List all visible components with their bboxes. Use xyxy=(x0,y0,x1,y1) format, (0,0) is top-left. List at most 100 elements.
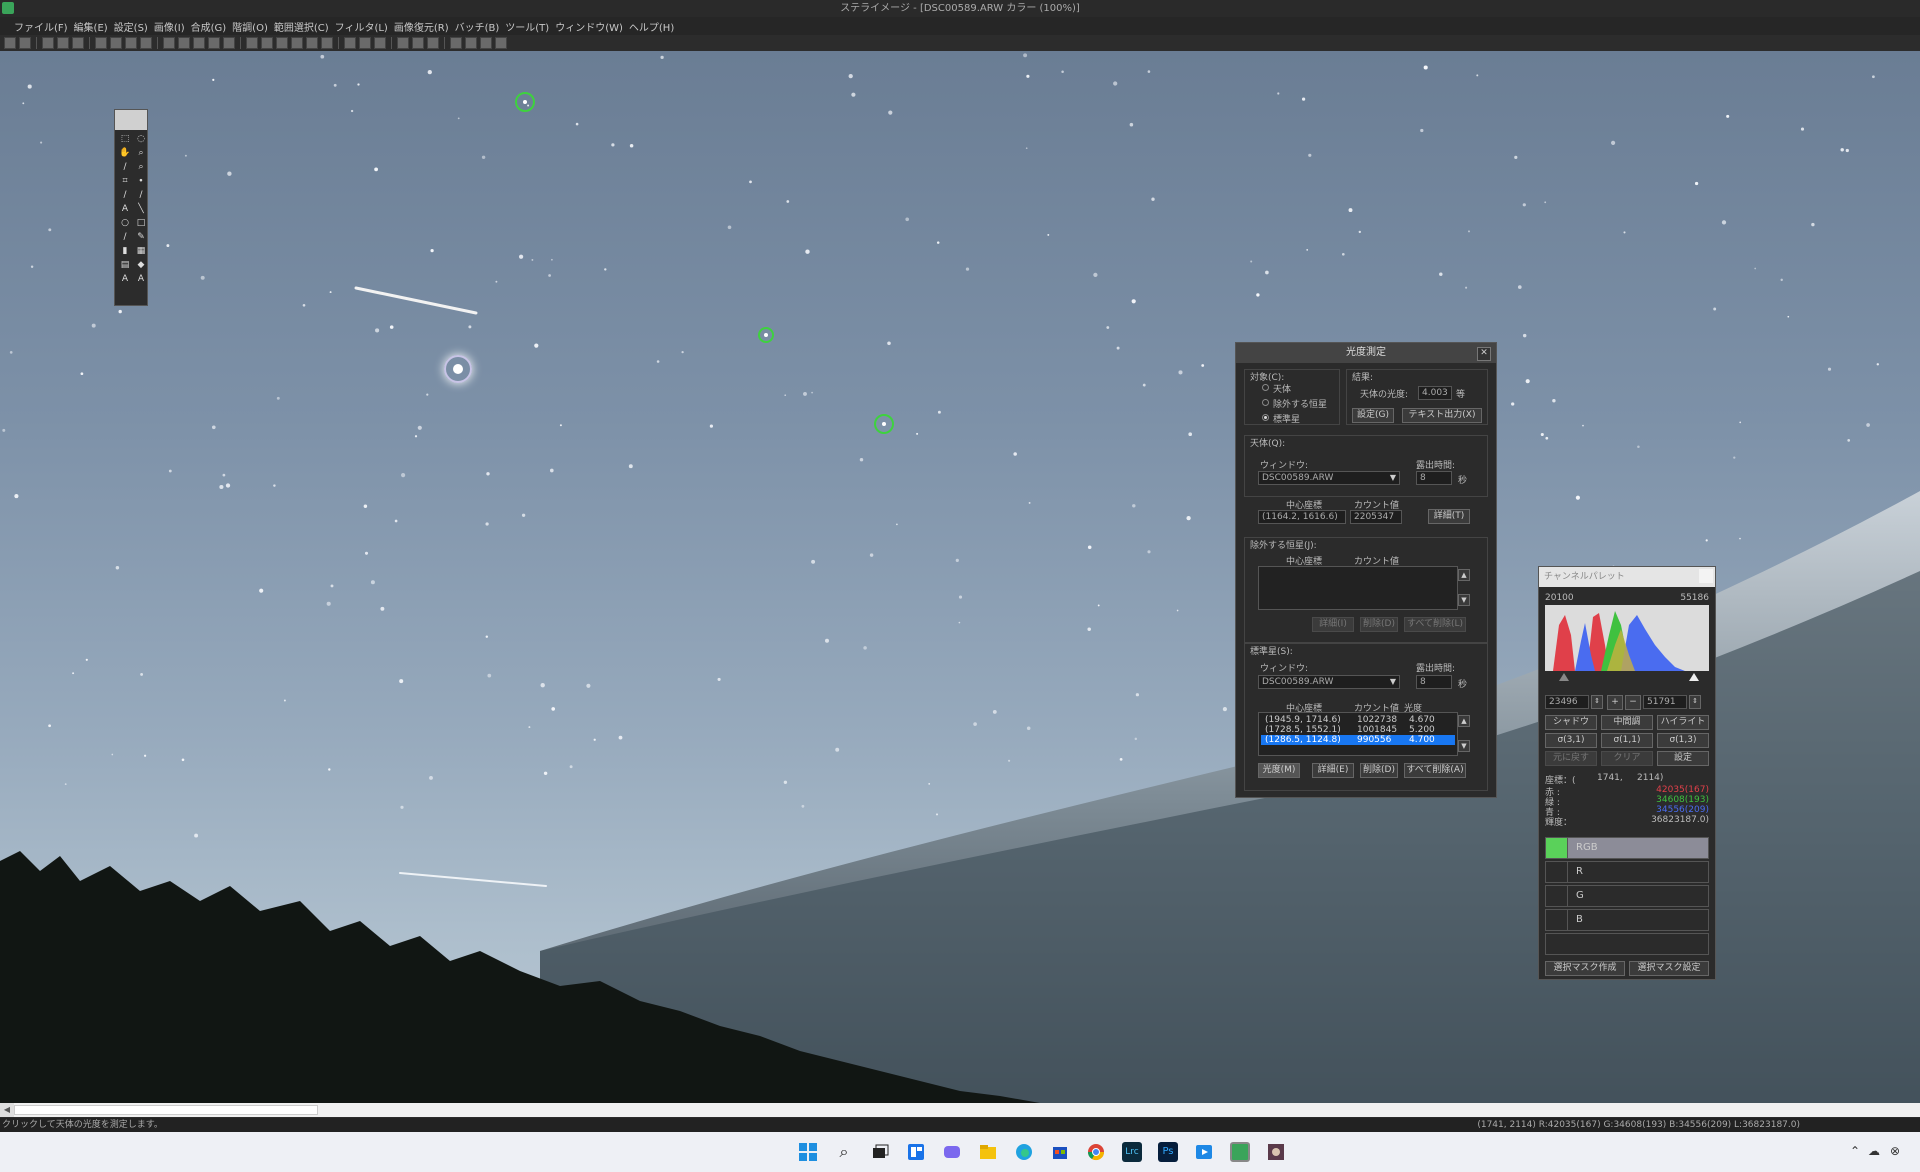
standard-star-marker[interactable] xyxy=(758,327,774,343)
visibility-swatch[interactable] xyxy=(1546,886,1568,906)
toolbar-fit-icon[interactable] xyxy=(427,37,439,49)
sigma-1-3-button[interactable]: σ(1,3) xyxy=(1657,733,1709,748)
scroll-up-icon[interactable]: ▲ xyxy=(1458,715,1470,727)
cloud-icon[interactable]: ☁ xyxy=(1868,1144,1880,1158)
toolbar-globe-icon[interactable] xyxy=(374,37,386,49)
dialog-title-bar[interactable]: 光度測定 ✕ xyxy=(1236,343,1496,363)
toolbar-flat-icon[interactable] xyxy=(193,37,205,49)
toolbar-paste-icon[interactable] xyxy=(57,37,69,49)
high-slider-icon[interactable] xyxy=(1689,673,1699,681)
low-spin-icon[interactable]: ⇕ xyxy=(1591,695,1603,709)
chrome-icon[interactable] xyxy=(1086,1142,1106,1162)
file-explorer-icon[interactable] xyxy=(978,1142,998,1162)
chat-icon[interactable] xyxy=(942,1142,962,1162)
exclude-delete-all-button[interactable]: すべて削除(L) xyxy=(1404,617,1466,632)
target-object-marker[interactable] xyxy=(444,355,472,383)
horizontal-scrollbar[interactable]: ◀ xyxy=(0,1103,1920,1117)
window-select[interactable]: DSC00589.ARW ▼ xyxy=(1258,471,1400,485)
visibility-swatch[interactable] xyxy=(1546,862,1568,882)
sigma-3-1-button[interactable]: σ(3,1) xyxy=(1545,733,1597,748)
list-item[interactable]: (1945.9, 1714.6) 1022738 4.670 xyxy=(1261,715,1455,725)
highlight-button[interactable]: ハイライト xyxy=(1657,715,1709,730)
std-detail-button[interactable]: 詳細(E) xyxy=(1312,763,1354,778)
menu-file[interactable]: ファイル(F) xyxy=(14,19,68,34)
menu-image[interactable]: 画像(I) xyxy=(154,19,185,34)
select-tool-icon[interactable]: ⬚ xyxy=(118,133,132,145)
toolbar-zoom-in-icon[interactable] xyxy=(397,37,409,49)
toolbar-filter-icon[interactable] xyxy=(246,37,258,49)
zoom-tool-icon[interactable]: ⌕ xyxy=(134,147,148,159)
scroll-down-icon[interactable]: ▼ xyxy=(1458,740,1470,752)
brush-tool-icon[interactable]: ✎ xyxy=(134,231,148,243)
radio-exclude[interactable] xyxy=(1262,399,1269,406)
mask-create-button[interactable]: 選択マスク作成 xyxy=(1545,961,1625,976)
edge-icon[interactable] xyxy=(1014,1142,1034,1162)
high-value-input[interactable]: 51791 xyxy=(1643,695,1687,709)
menu-tools[interactable]: ツール(T) xyxy=(505,19,549,34)
toolbar-table-icon[interactable] xyxy=(344,37,356,49)
toolbar-align-icon[interactable] xyxy=(178,37,190,49)
plus-button[interactable]: + xyxy=(1607,695,1623,710)
std-window-select[interactable]: DSC00589.ARW ▼ xyxy=(1258,675,1400,689)
toolbar-mask-icon[interactable] xyxy=(291,37,303,49)
toolbar-light-icon[interactable] xyxy=(321,37,333,49)
photoshop-icon[interactable]: Ps xyxy=(1158,1142,1178,1162)
media-player-icon[interactable] xyxy=(1194,1142,1214,1162)
fill-tool-icon[interactable]: ▮ xyxy=(118,245,132,257)
eyedropper-tool-icon[interactable]: ∕ xyxy=(118,161,132,173)
menu-edit[interactable]: 編集(E) xyxy=(74,19,108,34)
menu-settings[interactable]: 設定(S) xyxy=(114,19,148,34)
toolbar-target-icon[interactable] xyxy=(480,37,492,49)
channel-row-g[interactable]: G xyxy=(1545,885,1709,907)
toolbar-grid-icon[interactable] xyxy=(276,37,288,49)
undo-button[interactable]: 元に戻す xyxy=(1545,751,1597,766)
menu-filter[interactable]: フィルタ(L) xyxy=(335,19,388,34)
sigma-1-1-button[interactable]: σ(1,1) xyxy=(1601,733,1653,748)
low-value-input[interactable]: 23496 xyxy=(1545,695,1589,709)
stellaimage-icon[interactable] xyxy=(1230,1142,1250,1162)
std-delete-all-button[interactable]: すべて削除(A) xyxy=(1404,763,1466,778)
diagonal-line-tool-icon[interactable]: ╲ xyxy=(134,203,148,215)
visibility-swatch[interactable] xyxy=(1546,838,1568,858)
eraser-tool-icon[interactable]: ◆ xyxy=(134,259,148,271)
toolbar-print-icon[interactable] xyxy=(72,37,84,49)
visibility-swatch[interactable] xyxy=(1546,910,1568,930)
midtone-button[interactable]: 中間調 xyxy=(1601,715,1653,730)
toolbar-star-icon[interactable] xyxy=(306,37,318,49)
hand-tool-icon[interactable]: ✋ xyxy=(118,147,132,159)
gradient-tool-icon[interactable]: ▤ xyxy=(118,259,132,271)
windows-start-icon[interactable] xyxy=(798,1142,818,1162)
chevron-up-icon[interactable]: ⌃ xyxy=(1850,1144,1860,1158)
std-delete-button[interactable]: 削除(D) xyxy=(1360,763,1398,778)
toolbar-crop-icon[interactable] xyxy=(450,37,462,49)
ellipse-tool-icon[interactable]: ○ xyxy=(118,217,132,229)
menu-restore[interactable]: 画像復元(R) xyxy=(394,19,449,34)
shadow-button[interactable]: シャドウ xyxy=(1545,715,1597,730)
menu-tone[interactable]: 階調(O) xyxy=(232,19,268,34)
scroll-thumb[interactable] xyxy=(14,1105,318,1115)
blank-tool-icon[interactable]: ∙ xyxy=(134,175,148,187)
toolbar-levels-icon[interactable] xyxy=(110,37,122,49)
scroll-down-icon[interactable]: ▼ xyxy=(1458,594,1470,606)
text-output-button[interactable]: テキスト出力(X) xyxy=(1402,408,1482,423)
std-exposure-input[interactable]: 8 xyxy=(1416,675,1452,689)
task-view-icon[interactable] xyxy=(870,1142,890,1162)
toolbar-curves-icon[interactable] xyxy=(125,37,137,49)
exclude-delete-button[interactable]: 削除(D) xyxy=(1360,617,1398,632)
line-tool-icon[interactable]: ∕ xyxy=(134,189,148,201)
toolbar-dark-icon[interactable] xyxy=(208,37,220,49)
lasso-tool-icon[interactable]: ◌ xyxy=(134,133,148,145)
list-item-selected[interactable]: (1286.5, 1124.8) 990556 4.700 xyxy=(1261,735,1455,745)
text-mask-tool-icon[interactable]: A xyxy=(118,273,132,285)
exposure-input[interactable]: 8 xyxy=(1416,471,1452,485)
radio-standard[interactable] xyxy=(1262,414,1269,421)
exclude-detail-button[interactable]: 詳細(I) xyxy=(1312,617,1354,632)
toolbar-open-icon[interactable] xyxy=(4,37,16,49)
toolbar-copy-icon[interactable] xyxy=(42,37,54,49)
close-circle-icon[interactable]: ⊗ xyxy=(1890,1144,1900,1158)
text-tool-icon[interactable]: A xyxy=(118,203,132,215)
pencil-tool-icon[interactable]: ∕ xyxy=(118,231,132,243)
channel-row-rgb[interactable]: RGB xyxy=(1545,837,1709,859)
low-slider-icon[interactable] xyxy=(1559,673,1569,681)
crop-tool-icon[interactable]: ⌗ xyxy=(118,175,132,187)
